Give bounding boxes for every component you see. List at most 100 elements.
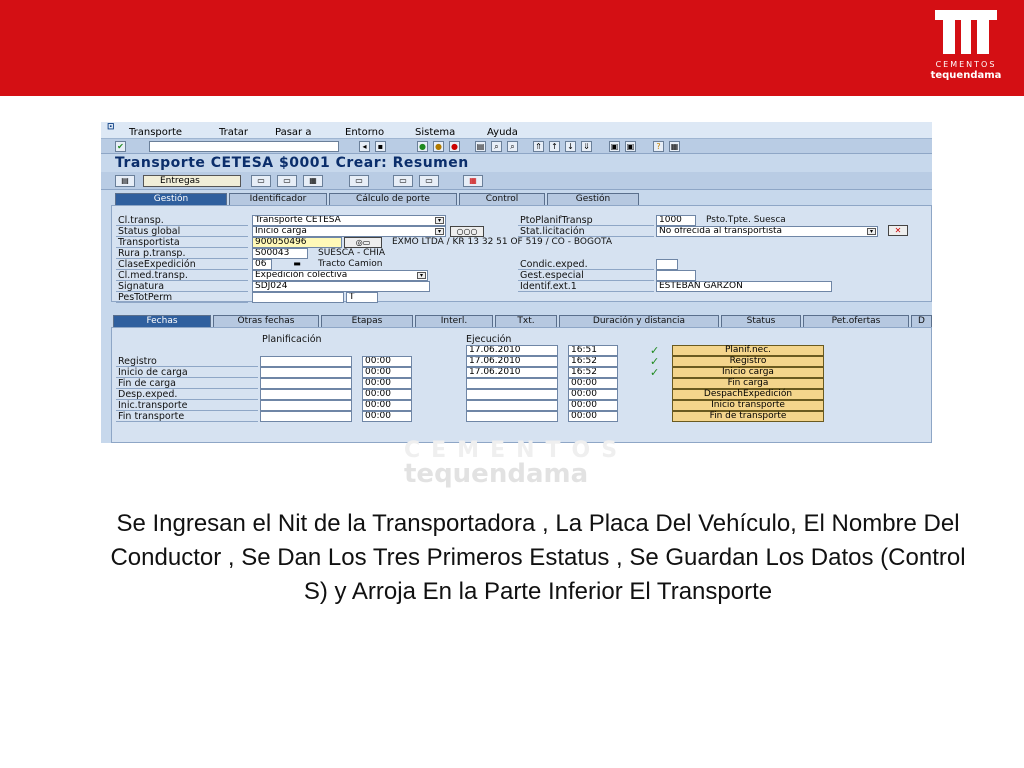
dropdown-icon[interactable]: ▾: [417, 272, 426, 279]
exec-time-desp-exped[interactable]: 00:00: [568, 389, 618, 400]
open-folder-icon[interactable]: ▭: [393, 175, 413, 187]
tab-control[interactable]: Control: [459, 193, 545, 205]
stat-licitacion-select[interactable]: No ofrecida al transportista ▾: [656, 226, 878, 237]
menu-entorno[interactable]: Entorno: [345, 127, 384, 138]
exec-date-registro[interactable]: 17.06.2010: [466, 356, 558, 367]
tab-etapas[interactable]: Etapas: [321, 315, 413, 327]
exec-time-inic-transporte[interactable]: 00:00: [568, 400, 618, 411]
exec-date-inic-transporte[interactable]: [466, 400, 558, 411]
menu-ayuda[interactable]: Ayuda: [487, 127, 518, 138]
next-page-icon[interactable]: ↓: [565, 141, 576, 152]
tab-duracion-distancia[interactable]: Duración y distancia: [559, 315, 719, 327]
ptoplanif-input[interactable]: 1000: [656, 215, 696, 226]
exec-time-inicio-carga[interactable]: 16:52: [568, 367, 618, 378]
folder-icon[interactable]: ▭: [277, 175, 297, 187]
layout-icon[interactable]: ▦: [669, 141, 680, 152]
exec-date-planif[interactable]: 17.06.2010: [466, 345, 558, 356]
partner-icon[interactable]: ◎▭: [344, 237, 382, 248]
delete-icon[interactable]: ✕: [888, 225, 908, 236]
grid-icon[interactable]: ▦: [303, 175, 323, 187]
entregas-button[interactable]: Entregas: [143, 175, 241, 187]
ruta-input[interactable]: S00043: [252, 248, 308, 259]
truck-icon[interactable]: ▭: [251, 175, 271, 187]
status-grid-icon[interactable]: ▦: [463, 175, 483, 187]
identif-ext-input[interactable]: ESTEBAN GARZON: [656, 281, 832, 292]
menu-transporte[interactable]: Transporte: [129, 127, 182, 138]
tab-txt[interactable]: Txt.: [495, 315, 557, 327]
tab-calculo-de-porte[interactable]: Cálculo de porte: [329, 193, 457, 205]
clase-expedicion-input[interactable]: 06: [252, 259, 272, 270]
pestotperm-unit[interactable]: T: [346, 292, 378, 303]
plan-time-fin-carga[interactable]: 00:00: [362, 378, 412, 389]
fin-carga-button[interactable]: Fin carga: [672, 378, 824, 389]
exit-icon[interactable]: ●: [433, 141, 444, 152]
transportista-input[interactable]: 900050496: [252, 237, 342, 248]
plan-time-registro[interactable]: 00:00: [362, 356, 412, 367]
tab-identificador[interactable]: Identificador: [229, 193, 327, 205]
condic-exped-input[interactable]: [656, 259, 678, 270]
inicio-carga-button[interactable]: Inicio carga: [672, 367, 824, 378]
exec-time-fin-carga[interactable]: 00:00: [568, 378, 618, 389]
print-icon[interactable]: ▤: [475, 141, 486, 152]
copy-icon[interactable]: ▭: [419, 175, 439, 187]
menu-pasar-a[interactable]: Pasar a: [275, 127, 311, 138]
inicio-transporte-button[interactable]: Inicio transporte: [672, 400, 824, 411]
last-page-icon[interactable]: ⇓: [581, 141, 592, 152]
tab-pet-ofertas[interactable]: Pet.ofertas: [803, 315, 909, 327]
plan-time-inicio-carga[interactable]: 00:00: [362, 367, 412, 378]
hierarchy-icon[interactable]: ▤: [115, 175, 135, 187]
status-lights-icon[interactable]: ○○○: [450, 226, 484, 237]
tab-gestion-2[interactable]: Gestión: [547, 193, 639, 205]
menu-tratar[interactable]: Tratar: [219, 127, 248, 138]
document-icon[interactable]: ▭: [349, 175, 369, 187]
prev-page-icon[interactable]: ↑: [549, 141, 560, 152]
exec-date-fin-transporte[interactable]: [466, 411, 558, 422]
pestotperm-input[interactable]: [252, 292, 344, 303]
command-field[interactable]: [149, 141, 339, 152]
back-icon[interactable]: ●: [417, 141, 428, 152]
dropdown-icon[interactable]: ▾: [435, 228, 444, 235]
registro-button[interactable]: Registro: [672, 356, 824, 367]
cancel-icon[interactable]: ●: [449, 141, 460, 152]
tab-d[interactable]: D: [911, 315, 932, 327]
plan-date-desp-exped[interactable]: [260, 389, 352, 400]
fin-de-transporte-button[interactable]: Fin de transporte: [672, 411, 824, 422]
status-global-select[interactable]: Inicio carga ▾: [252, 226, 446, 237]
dropdown-icon[interactable]: ▾: [867, 228, 876, 235]
exec-date-inicio-carga[interactable]: 17.06.2010: [466, 367, 558, 378]
signatura-input[interactable]: SDJ024: [252, 281, 430, 292]
plan-date-registro[interactable]: [260, 356, 352, 367]
menu-sistema[interactable]: Sistema: [415, 127, 455, 138]
tab-gestion[interactable]: Gestión: [115, 193, 227, 205]
plan-date-inic-transporte[interactable]: [260, 400, 352, 411]
cl-med-transp-select[interactable]: Expedición colectiva ▾: [252, 270, 428, 281]
back-arrow-icon[interactable]: ◂: [359, 141, 370, 152]
exec-time-fin-transporte[interactable]: 00:00: [568, 411, 618, 422]
tab-status[interactable]: Status: [721, 315, 801, 327]
exec-date-desp-exped[interactable]: [466, 389, 558, 400]
save-icon[interactable]: ▪: [375, 141, 386, 152]
shortcut-icon[interactable]: ▣: [625, 141, 636, 152]
cl-transp-select[interactable]: Transporte CETESA ▾: [252, 215, 446, 226]
plan-time-fin-transporte[interactable]: 00:00: [362, 411, 412, 422]
exec-time-registro[interactable]: 16:52: [568, 356, 618, 367]
new-session-icon[interactable]: ▣: [609, 141, 620, 152]
find-next-icon[interactable]: ⌕: [507, 141, 518, 152]
planif-nec-button[interactable]: Planif.nec.: [672, 345, 824, 356]
help-icon[interactable]: ?: [653, 141, 664, 152]
sap-window-icon[interactable]: ⊡: [107, 122, 115, 132]
plan-date-fin-carga[interactable]: [260, 378, 352, 389]
despach-expedicion-button[interactable]: DespachExpedición: [672, 389, 824, 400]
plan-date-inicio-carga[interactable]: [260, 367, 352, 378]
tab-fechas[interactable]: Fechas: [113, 315, 211, 327]
exec-time-planif[interactable]: 16:51: [568, 345, 618, 356]
first-page-icon[interactable]: ⇑: [533, 141, 544, 152]
plan-time-desp-exped[interactable]: 00:00: [362, 389, 412, 400]
gest-especial-input[interactable]: [656, 270, 696, 281]
plan-time-inic-transporte[interactable]: 00:00: [362, 400, 412, 411]
find-icon[interactable]: ⌕: [491, 141, 502, 152]
tab-otras-fechas[interactable]: Otras fechas: [213, 315, 319, 327]
exec-date-fin-carga[interactable]: [466, 378, 558, 389]
dropdown-icon[interactable]: ▾: [435, 217, 444, 224]
tab-interl[interactable]: Interl.: [415, 315, 493, 327]
